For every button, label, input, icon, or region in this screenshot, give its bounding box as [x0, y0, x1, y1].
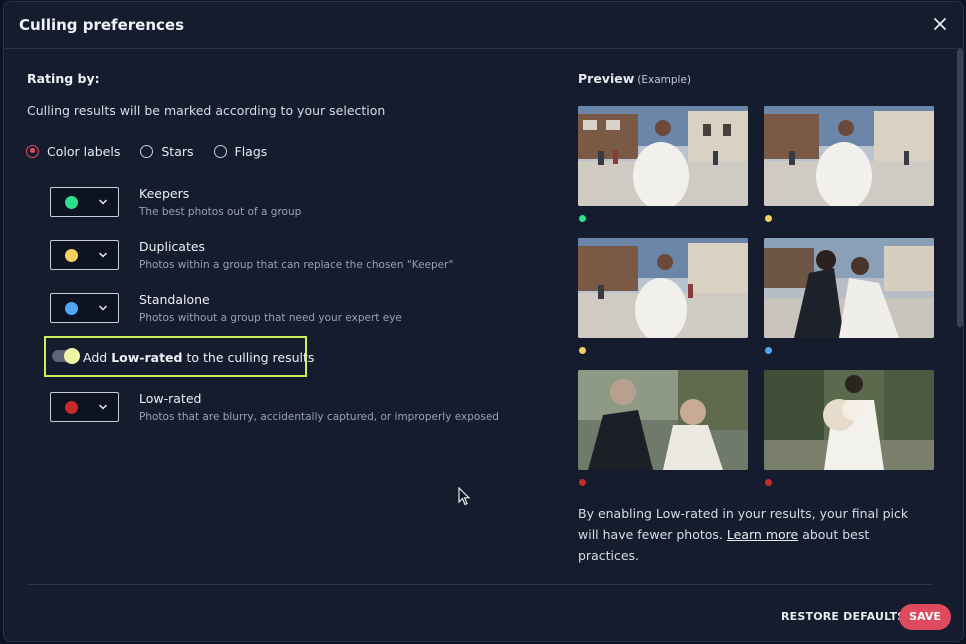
low-rated-note: By enabling Low-rated in your results, y… [578, 503, 928, 566]
toggle-label: Add Low-rated to the culling results [83, 350, 314, 365]
preview-title: Preview [578, 71, 635, 86]
low-rated-toggle[interactable] [52, 348, 80, 364]
thumbnail-label-dot [579, 215, 586, 222]
toggle-label-bold: Low-rated [111, 350, 183, 365]
scrollbar[interactable] [957, 49, 963, 584]
label-name: Duplicates [139, 239, 206, 254]
preview-thumbnail [764, 106, 934, 206]
keepers-color-select[interactable] [50, 187, 119, 217]
radio-label: Color labels [47, 143, 121, 159]
chevron-down-icon [98, 404, 108, 410]
preview-heading: Preview (Example) [578, 71, 691, 86]
radio-color-labels[interactable]: Color labels [26, 144, 120, 159]
radio-unselected-icon [213, 144, 227, 158]
preview-thumbnail [764, 238, 934, 338]
scrollbar-thumb[interactable] [957, 49, 963, 327]
radio-unselected-icon [140, 144, 154, 158]
dialog-header: Culling preferences [4, 2, 963, 49]
rating-radio-group: Color labels Stars Flags [26, 141, 287, 161]
save-button[interactable]: SAVE [899, 604, 951, 630]
label-description: Photos that are blurry, accidentally cap… [139, 411, 499, 423]
radio-label: Flags [234, 143, 268, 159]
learn-more-link[interactable]: Learn more [727, 527, 798, 542]
color-swatch [65, 401, 78, 414]
culling-preferences-dialog: Culling preferences Rating by: Culling r… [3, 1, 964, 642]
label-name: Keepers [139, 186, 190, 201]
color-swatch [65, 249, 78, 262]
dialog-title: Culling preferences [19, 16, 184, 34]
low-rated-toggle-row[interactable]: Add Low-rated to the culling results [44, 336, 314, 377]
radio-flags[interactable]: Flags [213, 143, 268, 159]
duplicates-color-select[interactable] [50, 240, 119, 270]
standalone-color-select[interactable] [50, 293, 119, 323]
restore-defaults-button[interactable]: RESTORE DEFAULTS [781, 610, 905, 623]
color-swatch [65, 302, 78, 315]
toggle-knob [64, 348, 80, 364]
toggle-label-suffix: to the culling results [186, 350, 315, 365]
thumbnail-label-dot [765, 215, 772, 222]
radio-selected-icon [26, 144, 39, 158]
mouse-cursor-icon [458, 487, 470, 506]
label-name: Low-rated [139, 391, 202, 406]
preview-thumbnail [578, 106, 748, 206]
thumbnail-label-dot [579, 479, 586, 486]
chevron-down-icon [98, 199, 108, 205]
radio-stars[interactable]: Stars [140, 143, 194, 159]
preview-thumbnail [764, 370, 934, 470]
radio-label: Stars [161, 143, 194, 159]
thumbnail-label-dot [765, 479, 772, 486]
rating-description: Culling results will be marked according… [27, 103, 386, 118]
thumbnail-label-dot [765, 347, 772, 354]
label-name: Standalone [139, 292, 210, 307]
preview-thumbnail [578, 238, 748, 338]
chevron-down-icon [98, 305, 108, 311]
preview-thumbnail [578, 370, 748, 470]
low-rated-color-select[interactable] [50, 392, 119, 422]
rating-by-heading: Rating by: [27, 71, 100, 86]
label-description: Photos within a group that can replace t… [139, 259, 454, 271]
thumbnail-label-dot [579, 347, 586, 354]
footer-divider [27, 584, 933, 585]
color-swatch [65, 196, 78, 209]
chevron-down-icon [98, 252, 108, 258]
close-icon[interactable] [931, 15, 949, 33]
label-description: Photos without a group that need your ex… [139, 312, 402, 324]
toggle-label-prefix: Add [83, 350, 108, 365]
preview-subtitle: (Example) [637, 74, 692, 86]
label-description: The best photos out of a group [139, 206, 302, 218]
